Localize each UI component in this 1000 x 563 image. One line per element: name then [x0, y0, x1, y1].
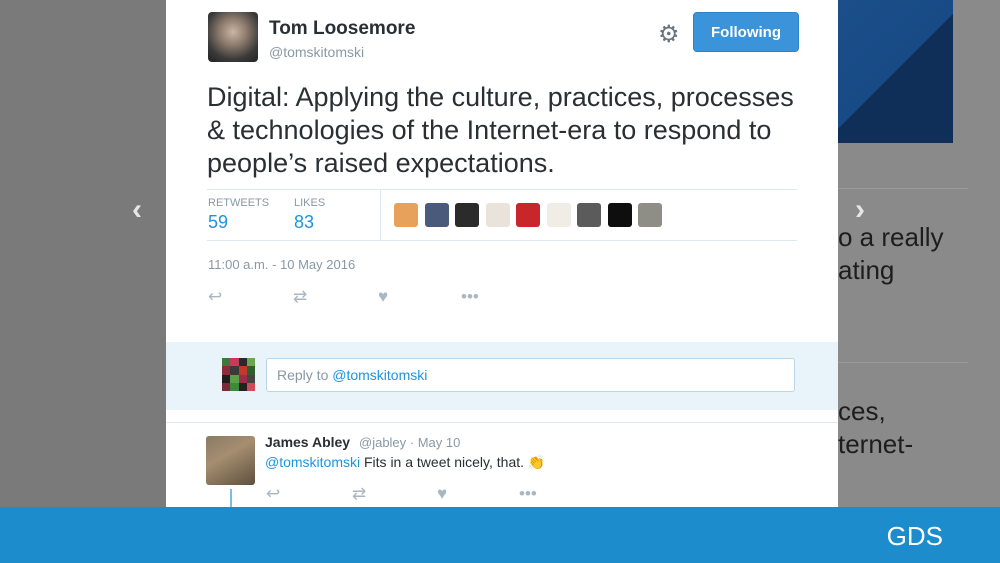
reply-reply-icon[interactable]: ↩ [266, 484, 280, 504]
like-heart-icon[interactable]: ♥ [378, 287, 388, 307]
stats-vertical-divider [380, 190, 381, 240]
liker-avatar[interactable] [546, 203, 571, 227]
reply-mention[interactable]: @tomskitomski [265, 454, 360, 470]
reply-more-options-icon[interactable]: ••• [519, 484, 537, 504]
stats-divider-top [207, 189, 797, 190]
liker-avatar[interactable] [577, 203, 601, 227]
reply-meta[interactable]: @jabley · May 10 [359, 435, 460, 450]
likes-count[interactable]: 83 [294, 212, 314, 233]
reply-author-name[interactable]: James Abley [265, 434, 350, 450]
background-text-2: ces, ternet- [838, 396, 914, 459]
retweets-count[interactable]: 59 [208, 212, 228, 233]
tweet-modal: Tom Loosemore @tomskitomski ⚙ Following … [166, 0, 838, 507]
tweet-text: Digital: Applying the culture, practices… [207, 82, 794, 178]
gds-logo: GDS [886, 521, 943, 551]
liker-avatar[interactable] [455, 203, 479, 227]
previous-arrow-icon[interactable]: ‹ [132, 193, 142, 227]
liker-avatar[interactable] [516, 203, 540, 227]
more-options-icon[interactable]: ••• [461, 287, 479, 307]
author-avatar[interactable] [208, 12, 258, 62]
retweet-icon[interactable]: ⇄ [293, 287, 307, 307]
reply-divider [166, 422, 838, 423]
reply-like-heart-icon[interactable]: ♥ [437, 484, 447, 504]
reply-input-mention: @tomskitomski [332, 367, 428, 383]
tweet-timestamp[interactable]: 11:00 a.m. - 10 May 2016 [208, 257, 355, 272]
reply-retweet-icon[interactable]: ⇄ [352, 484, 366, 504]
liker-avatar[interactable] [424, 203, 449, 227]
liker-avatar[interactable] [394, 203, 418, 227]
reply-input-prefix: Reply to [277, 367, 333, 383]
reply-input[interactable]: Reply to @tomskitomski [266, 358, 795, 392]
background-text-1: o a really ating [838, 222, 944, 285]
reply-author-avatar[interactable] [206, 436, 255, 485]
liker-avatar[interactable] [638, 203, 662, 227]
liker-avatar[interactable] [485, 203, 510, 227]
liker-avatar[interactable] [607, 203, 632, 227]
retweets-label: RETWEETS [208, 197, 270, 209]
gear-icon[interactable]: ⚙ [658, 20, 680, 49]
author-name[interactable]: Tom Loosemore [269, 18, 415, 40]
background-divider [838, 188, 968, 189]
background-divider [838, 362, 968, 363]
following-button[interactable]: Following [693, 12, 799, 52]
next-arrow-icon[interactable]: › [855, 193, 865, 227]
author-handle[interactable]: @tomskitomski [269, 44, 364, 60]
background-image [838, 0, 953, 143]
gds-footer: GDS [0, 507, 1000, 563]
likes-label: LIKES [294, 197, 326, 209]
reply-icon[interactable]: ↩ [208, 287, 222, 307]
current-user-avatar[interactable] [222, 358, 255, 391]
stats-divider-bottom [207, 240, 797, 241]
reply-body: Fits in a tweet nicely, that. 👏 [360, 454, 546, 470]
thread-line [230, 489, 232, 507]
reply-text: @tomskitomski Fits in a tweet nicely, th… [265, 454, 545, 471]
